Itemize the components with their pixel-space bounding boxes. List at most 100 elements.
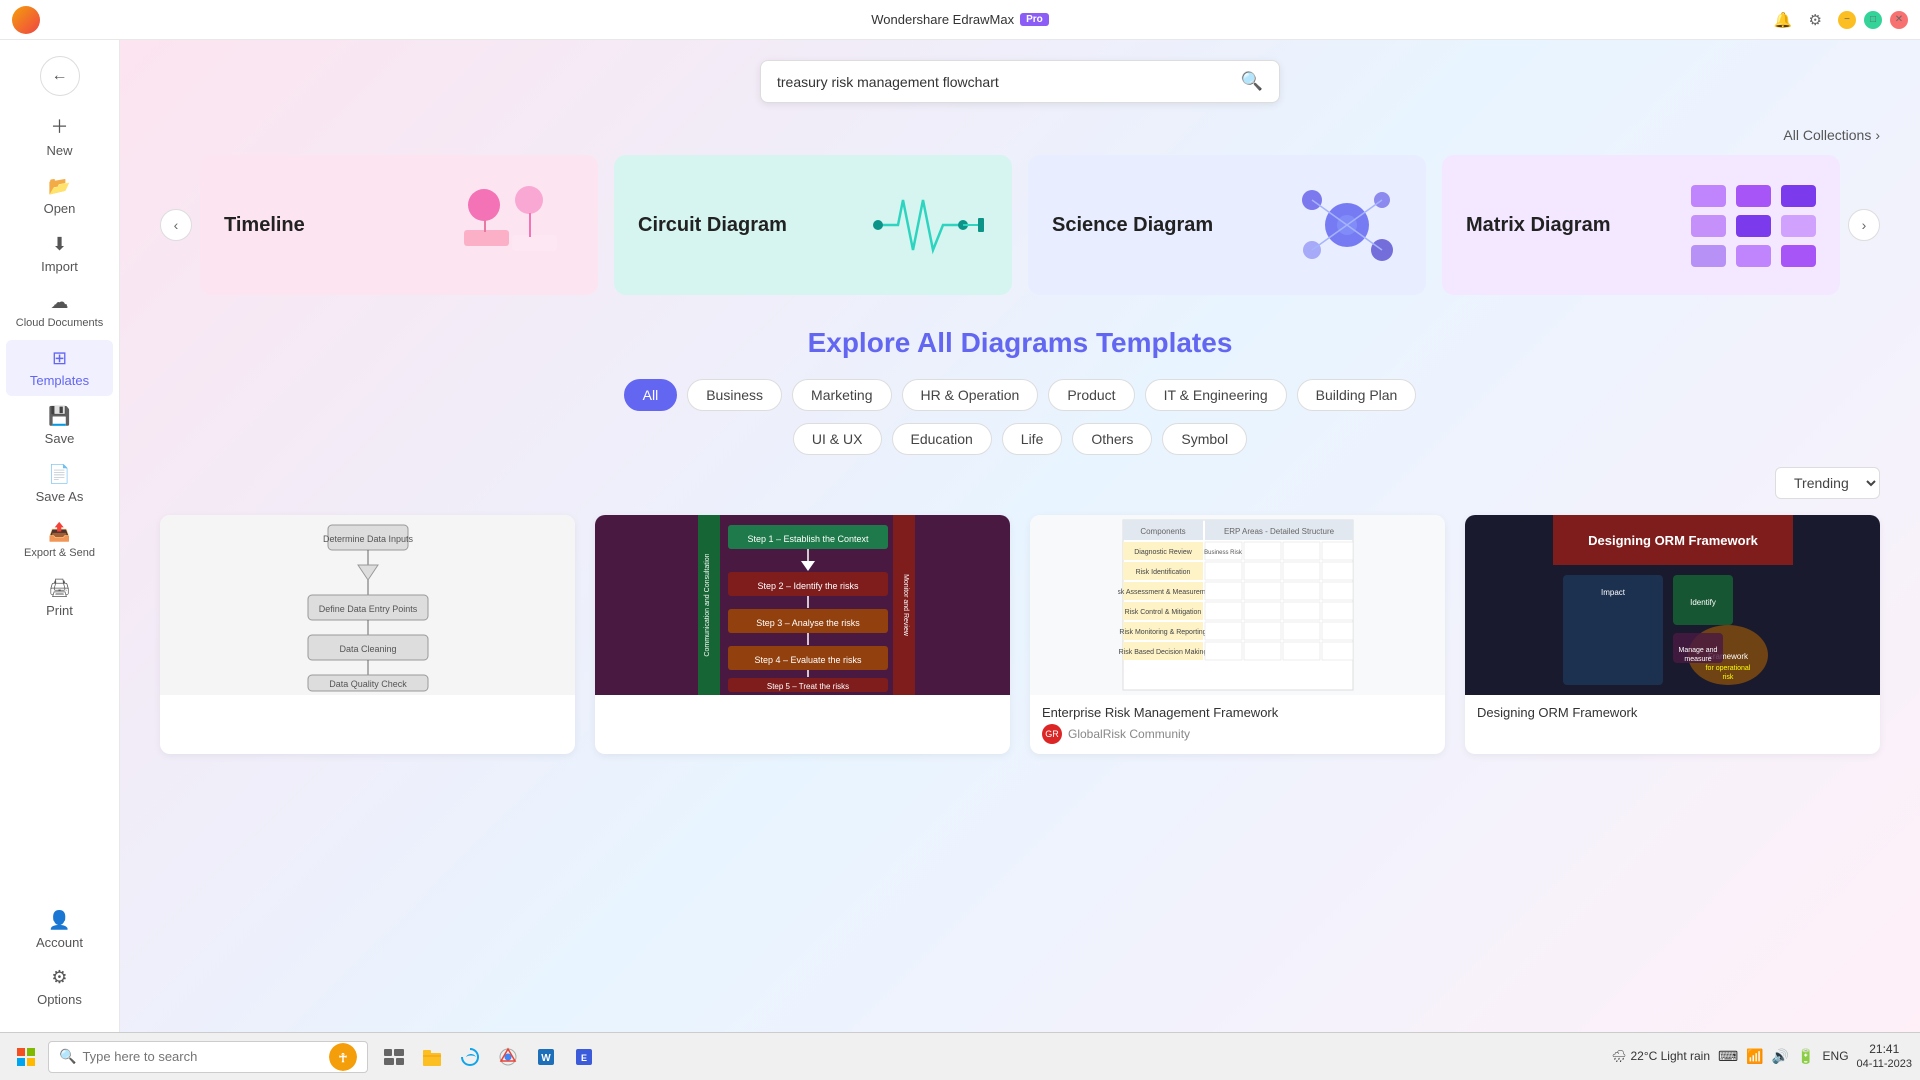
minimize-button[interactable]: −	[1838, 11, 1856, 29]
carousel-card-science[interactable]: Science Diagram	[1028, 155, 1426, 295]
taskbar-app-word[interactable]: W	[528, 1039, 564, 1075]
window-controls: − □ ✕	[1838, 11, 1908, 29]
carousel-wrapper: ‹ Timeline	[160, 155, 1880, 295]
sidebar-item-export[interactable]: 📤 Export & Send	[6, 514, 113, 568]
filter-life[interactable]: Life	[1002, 423, 1063, 455]
template-card-2-image: Communication and Consultation Monitor a…	[595, 515, 1010, 695]
circuit-illustration	[868, 180, 988, 270]
sidebar-item-import[interactable]: ⬇ Import	[6, 226, 113, 282]
filter-others[interactable]: Others	[1072, 423, 1152, 455]
sidebar-item-save[interactable]: 💾 Save	[6, 398, 113, 454]
taskbar-app-chrome[interactable]	[490, 1039, 526, 1075]
svg-text:W: W	[541, 1053, 551, 1064]
explore-title: Explore All Diagrams Templates	[160, 327, 1880, 359]
svg-text:Manage and: Manage and	[1678, 647, 1717, 654]
sidebar-item-options[interactable]: ⚙ Options	[6, 959, 113, 1015]
taskbar-search-bar[interactable]: 🔍 ☥	[48, 1041, 368, 1073]
sidebar-item-account[interactable]: 👤 Account	[6, 902, 113, 958]
sidebar-account-label: Account	[36, 935, 83, 950]
close-button[interactable]: ✕	[1890, 11, 1908, 29]
maximize-button[interactable]: □	[1864, 11, 1882, 29]
svg-text:Diagnostic Review: Diagnostic Review	[1134, 549, 1193, 556]
start-button[interactable]	[8, 1039, 44, 1075]
template-card-4-image: Designing ORM Framework Impact Identify …	[1465, 515, 1880, 695]
options-icon: ⚙	[51, 967, 67, 988]
carousel-prev-button[interactable]: ‹	[160, 209, 192, 241]
network-icon: 📶	[1746, 1048, 1763, 1065]
sidebar-item-new[interactable]: ＋ New	[6, 105, 113, 166]
sidebar-bottom: 👤 Account ⚙ Options	[0, 901, 119, 1024]
sidebar-item-saveas[interactable]: 📄 Save As	[6, 456, 113, 512]
filter-hr[interactable]: HR & Operation	[902, 379, 1039, 411]
template-card-3-title: Enterprise Risk Management Framework	[1042, 705, 1433, 720]
sidebar-saveas-label: Save As	[36, 489, 84, 504]
taskbar-app-edrawmax[interactable]: E	[566, 1039, 602, 1075]
taskbar-app-taskview[interactable]	[376, 1039, 412, 1075]
sidebar-item-templates[interactable]: ⊞ Templates	[6, 340, 113, 396]
keyboard-icon: ⌨	[1718, 1048, 1738, 1065]
svg-text:Risk Based Decision Making: Risk Based Decision Making	[1118, 649, 1207, 656]
sidebar-export-label: Export & Send	[24, 547, 95, 560]
template-card-3[interactable]: Components ERP Areas - Detailed Structur…	[1030, 515, 1445, 754]
carousel-header: All Collections ›	[160, 127, 1880, 143]
search-bar: 🔍	[760, 60, 1280, 103]
carousel-items: Timeline Circuit Diagram	[200, 155, 1840, 295]
filter-product[interactable]: Product	[1048, 379, 1134, 411]
cloud-icon: ☁	[51, 292, 69, 313]
svg-text:Business Risk: Business Risk	[1204, 550, 1243, 556]
filter-ui[interactable]: UI & UX	[793, 423, 882, 455]
filter-building[interactable]: Building Plan	[1297, 379, 1417, 411]
taskbar-apps: W E	[376, 1039, 602, 1075]
content-area: 🔍 All Collections › ‹ Timeline	[120, 40, 1920, 1032]
search-icon[interactable]: 🔍	[1241, 71, 1263, 92]
filter-symbol[interactable]: Symbol	[1162, 423, 1247, 455]
user-avatar[interactable]	[12, 6, 40, 34]
svg-text:Components: Components	[1140, 527, 1185, 536]
sidebar-open-label: Open	[44, 201, 76, 216]
taskbar-search-input[interactable]	[82, 1049, 323, 1064]
template-card-3-author: GR GlobalRisk Community	[1042, 724, 1433, 744]
taskbar-app-explorer[interactable]	[414, 1039, 450, 1075]
taskbar-app-edge[interactable]	[452, 1039, 488, 1075]
all-collections-link[interactable]: All Collections ›	[1783, 127, 1880, 143]
taskbar-system-icons: 🌧 22°C Light rain	[1611, 1049, 1710, 1063]
filter-business[interactable]: Business	[687, 379, 782, 411]
template-card-2[interactable]: Communication and Consultation Monitor a…	[595, 515, 1010, 754]
template-card-1[interactable]: Determine Data Inputs Define Data Entry …	[160, 515, 575, 754]
sidebar-import-label: Import	[41, 259, 78, 274]
filter-marketing[interactable]: Marketing	[792, 379, 891, 411]
timeline-illustration	[454, 175, 574, 275]
weather-icon: 🌧	[1611, 1049, 1626, 1063]
svg-text:Step 2 – Identify the risks: Step 2 – Identify the risks	[757, 581, 859, 591]
template-card-3-image: Components ERP Areas - Detailed Structur…	[1030, 515, 1445, 695]
search-input[interactable]	[777, 74, 1233, 90]
sidebar-cloud-label: Cloud Documents	[16, 317, 103, 330]
carousel-card-timeline[interactable]: Timeline	[200, 155, 598, 295]
export-icon: 📤	[48, 522, 70, 543]
notification-icon[interactable]: 🔔	[1774, 11, 1793, 29]
open-icon: 📂	[48, 176, 70, 197]
filter-all[interactable]: All	[624, 379, 678, 411]
sidebar-new-label: New	[46, 143, 72, 158]
filter-it[interactable]: IT & Engineering	[1145, 379, 1287, 411]
carousel-card-circuit[interactable]: Circuit Diagram	[614, 155, 1012, 295]
weather-text: 22°C Light rain	[1630, 1049, 1710, 1063]
svg-text:Determine Data Inputs: Determine Data Inputs	[322, 534, 413, 544]
carousel-next-button[interactable]: ›	[1848, 209, 1880, 241]
back-button[interactable]: ←	[40, 56, 80, 96]
sort-dropdown[interactable]: Trending Newest Popular	[1775, 467, 1880, 499]
svg-text:Monitor and Review: Monitor and Review	[902, 574, 909, 637]
sidebar-item-print[interactable]: 🖨 Print	[6, 570, 113, 626]
titlebar: Wondershare EdrawMax Pro 🔔 ⚙ − □ ✕	[0, 0, 1920, 40]
svg-text:Define Data Entry Points: Define Data Entry Points	[318, 604, 417, 614]
filter-education[interactable]: Education	[892, 423, 992, 455]
science-illustration	[1292, 180, 1402, 270]
settings-icon[interactable]: ⚙	[1809, 11, 1822, 29]
svg-text:Identify: Identify	[1690, 598, 1716, 607]
template-card-4[interactable]: Designing ORM Framework Impact Identify …	[1465, 515, 1880, 754]
sidebar-item-cloud[interactable]: ☁ Cloud Documents	[6, 284, 113, 338]
sidebar-item-open[interactable]: 📂 Open	[6, 168, 113, 224]
filter-row-2: UI & UX Education Life Others Symbol	[160, 423, 1880, 455]
carousel-card-matrix[interactable]: Matrix Diagram	[1442, 155, 1840, 295]
template-card-4-title: Designing ORM Framework	[1477, 705, 1868, 720]
